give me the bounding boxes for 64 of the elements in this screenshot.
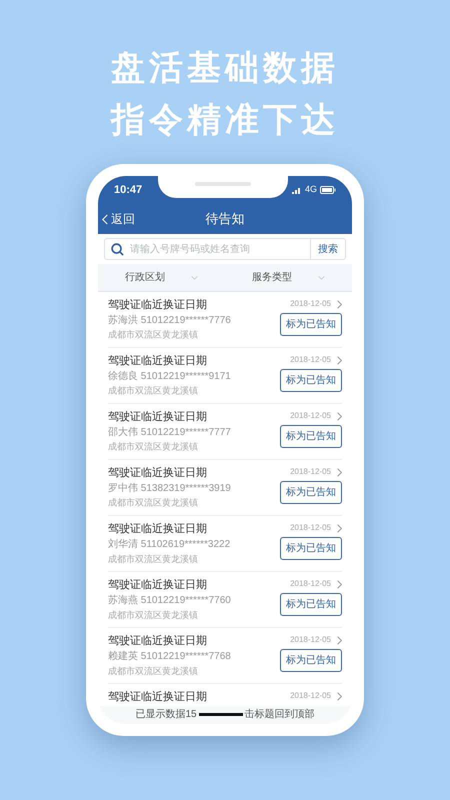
item-date: 2018-12-05 xyxy=(290,410,331,422)
filter-dropdown[interactable]: 行政区划 xyxy=(98,264,225,291)
person-info: 苏海洪 51012219******7776 xyxy=(108,314,231,327)
headline: 盘活基础数据 xyxy=(111,48,339,89)
item-title[interactable]: 驾驶证临近换证日期 xyxy=(108,578,231,592)
person-info: 刘华清 51102619******3222 xyxy=(108,538,230,551)
item-date: 2018-12-05 xyxy=(290,634,331,646)
chevron-right-icon xyxy=(337,356,342,364)
back-button[interactable]: 返回 xyxy=(102,210,135,228)
chevron-right-icon xyxy=(337,636,342,644)
address-text: 成都市双流区黄龙溪镇 xyxy=(108,330,199,342)
person-info: 罗中伟 51382319******3919 xyxy=(108,482,231,495)
address-text: 成都市双流区黄龙溪镇 xyxy=(108,666,199,678)
headline: 指令精准下达 xyxy=(111,100,339,141)
item-title[interactable]: 驾驶证临近换证日期 xyxy=(108,634,231,648)
battery-icon xyxy=(320,186,336,194)
mark-notified-button[interactable]: 标为已告知 xyxy=(280,593,342,616)
search-icon xyxy=(111,242,124,256)
address-text: 成都市双流区黄龙溪镇 xyxy=(108,442,199,454)
item-title[interactable]: 驾驶证临近换证日期 xyxy=(108,354,231,368)
chevron-right-icon xyxy=(337,692,342,700)
page-title: 待告知 xyxy=(206,210,244,228)
address-text: 成都市双流区黄龙溪镇 xyxy=(108,610,199,622)
mark-notified-button[interactable]: 标为已告知 xyxy=(280,537,342,560)
item-date: 2018-12-05 xyxy=(290,522,331,534)
footer-text: 已显示数据15 xyxy=(135,708,197,722)
person-info: 苏海燕 51012219******7760 xyxy=(108,594,231,607)
item-title[interactable]: 驾驶证临近换证日期 xyxy=(108,690,207,704)
chevron-right-icon xyxy=(337,524,342,532)
signal-icon xyxy=(292,186,302,194)
status-time: 10:47 xyxy=(114,182,142,198)
person-info: 邵大伟 51012219******7777 xyxy=(108,426,231,439)
search-button[interactable]: 搜索 xyxy=(310,239,345,259)
person-info: 徐德良 51012219******9171 xyxy=(108,370,231,383)
back-chevron-icon xyxy=(102,214,108,224)
footer-text: 击标题回到顶部 xyxy=(244,708,315,722)
item-title[interactable]: 驾驶证临近换证日期 xyxy=(108,298,231,312)
item-title[interactable]: 驾驶证临近换证日期 xyxy=(108,522,230,536)
item-date: 2018-12-05 xyxy=(290,690,331,702)
mark-notified-button[interactable]: 标为已告知 xyxy=(280,313,342,336)
mark-notified-button[interactable]: 标为已告知 xyxy=(280,481,342,504)
item-date: 2018-12-05 xyxy=(290,354,331,366)
item-title[interactable]: 驾驶证临近换证日期 xyxy=(108,466,231,480)
item-title[interactable]: 驾驶证临近换证日期 xyxy=(108,410,231,424)
mark-notified-button[interactable]: 标为已告知 xyxy=(280,649,342,672)
caret-icon xyxy=(318,276,325,280)
chevron-right-icon xyxy=(337,580,342,588)
item-date: 2018-12-05 xyxy=(290,578,331,590)
mark-notified-button[interactable]: 标为已告知 xyxy=(280,425,342,448)
chevron-right-icon xyxy=(337,468,342,476)
caret-icon xyxy=(191,276,198,280)
chevron-right-icon xyxy=(337,300,342,308)
chevron-right-icon xyxy=(337,412,342,420)
redaction-bar xyxy=(198,712,243,716)
filter-dropdown[interactable]: 服务类型 xyxy=(225,264,352,291)
address-text: 成都市双流区黄龙溪镇 xyxy=(108,386,199,398)
item-date: 2018-12-05 xyxy=(290,466,331,478)
address-text: 成都市双流区黄龙溪镇 xyxy=(108,498,199,510)
item-date: 2018-12-05 xyxy=(290,298,331,310)
search-field[interactable]: 请输入号牌号码或姓名查询 搜索 xyxy=(104,238,346,260)
person-info: 赖建英 51012219******7768 xyxy=(108,650,231,663)
address-text: 成都市双流区黄龙溪镇 xyxy=(108,554,199,566)
network-label: 4G xyxy=(304,183,317,196)
mark-notified-button[interactable]: 标为已告知 xyxy=(280,369,342,392)
